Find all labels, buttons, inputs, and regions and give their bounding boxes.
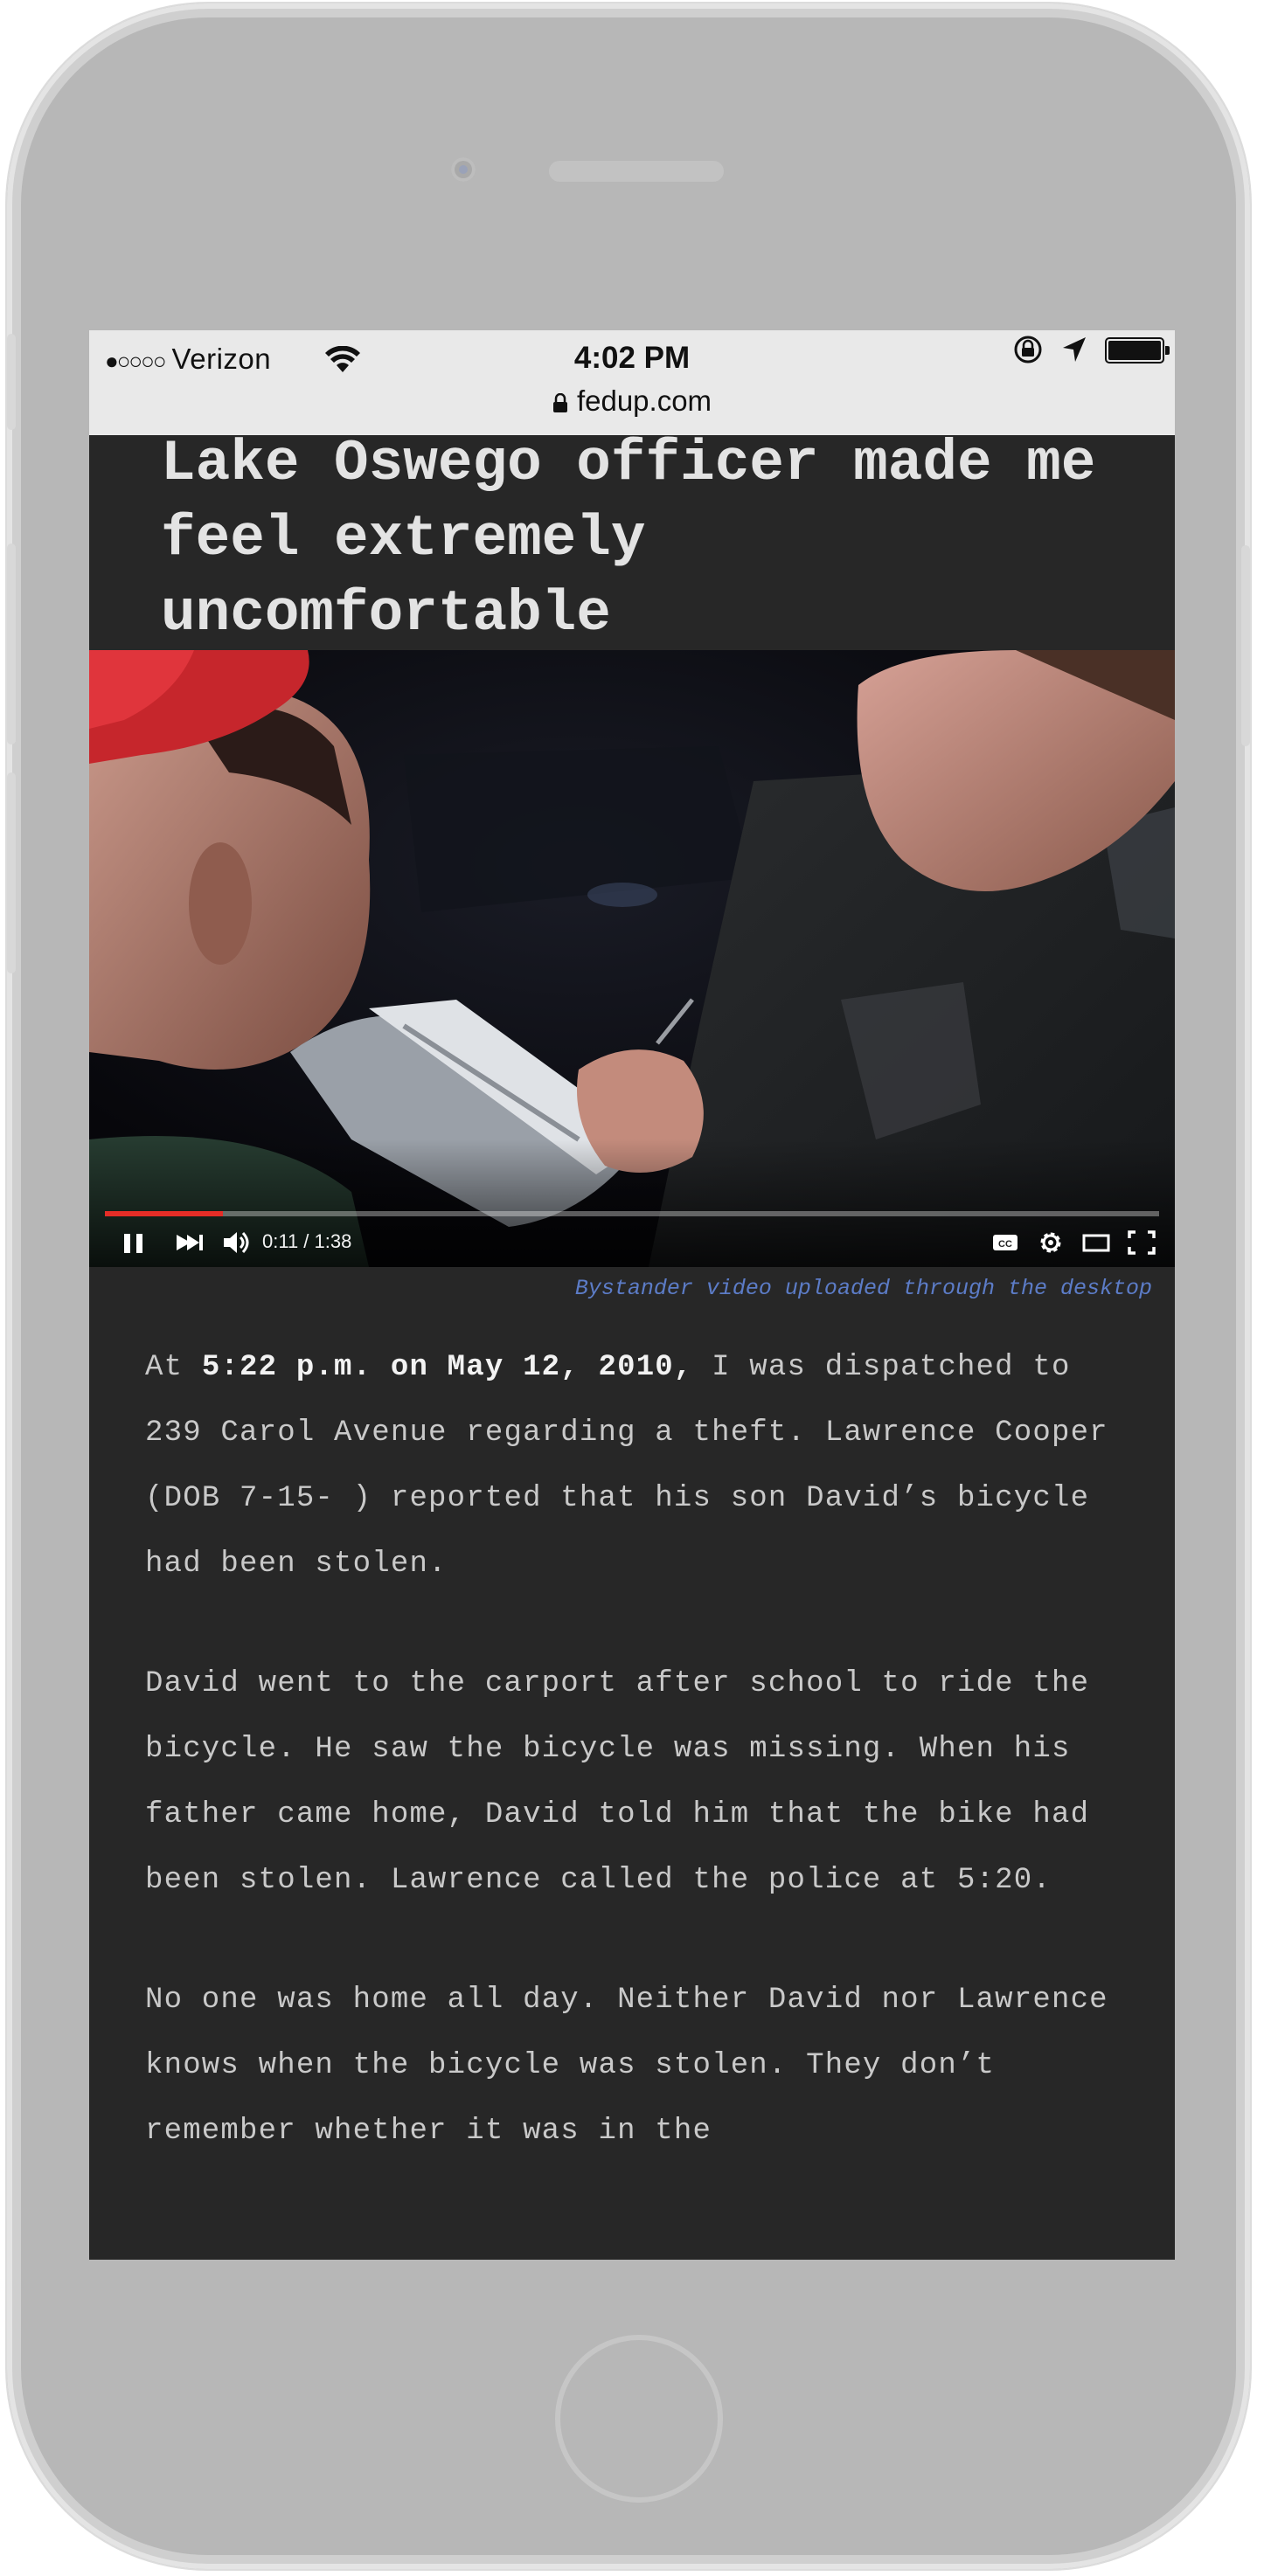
address-bar[interactable]: fedup.com <box>89 384 1175 418</box>
paragraph-1-lead: At <box>145 1351 202 1384</box>
rotation-lock-icon <box>1014 336 1042 364</box>
url-text: fedup.com <box>576 384 712 417</box>
fullscreen-icon[interactable] <box>1126 1227 1157 1258</box>
seek-bar[interactable] <box>105 1211 1159 1216</box>
phone-screen: Lake Oswego officer made me feel extreme… <box>89 330 1175 2260</box>
volume-up-button <box>7 544 16 744</box>
location-arrow-icon <box>1063 337 1086 362</box>
paragraph-1: At 5:22 p.m. on May 12, 2010, I was disp… <box>145 1335 1133 1597</box>
status-bar: ●○○○○ Verizon 4:02 PM fedup.com <box>89 330 1175 435</box>
front-camera <box>451 157 476 182</box>
seek-bar-played <box>105 1211 224 1216</box>
volume-icon[interactable] <box>220 1227 252 1258</box>
dispatch-time-highlight: 5:22 p.m. on May 12, 2010, <box>201 1351 693 1384</box>
power-button <box>1241 545 1250 746</box>
video-player[interactable]: 0:11 / 1:38 CC <box>89 650 1175 1267</box>
volume-down-button <box>7 772 16 973</box>
paragraph-2: David went to the carport after school t… <box>145 1667 1090 1897</box>
svg-text:CC: CC <box>998 1239 1012 1250</box>
pause-icon[interactable] <box>122 1227 145 1258</box>
settings-icon[interactable] <box>1035 1227 1066 1258</box>
battery-icon <box>1105 337 1170 364</box>
next-icon[interactable] <box>173 1227 205 1258</box>
theater-mode-icon[interactable] <box>1080 1227 1112 1258</box>
article-title: Lake Oswego officer made me feel extreme… <box>161 431 1096 647</box>
earpiece-speaker <box>549 161 724 182</box>
home-button[interactable] <box>555 2335 723 2503</box>
lock-icon <box>552 393 567 412</box>
paragraph-1-rest: I was dispatched to 239 Carol Avenue reg… <box>145 1351 1108 1581</box>
cc-icon[interactable]: CC <box>990 1227 1021 1258</box>
paragraph-3: No one was home all day. Neither David n… <box>145 1984 1108 2148</box>
video-time-readout: 0:11 / 1:38 <box>262 1230 352 1252</box>
mute-switch <box>7 334 16 430</box>
article-body: At 5:22 p.m. on May 12, 2010, I was disp… <box>145 1335 1133 2219</box>
video-caption: Bystander video uploaded through the des… <box>574 1276 1152 1301</box>
